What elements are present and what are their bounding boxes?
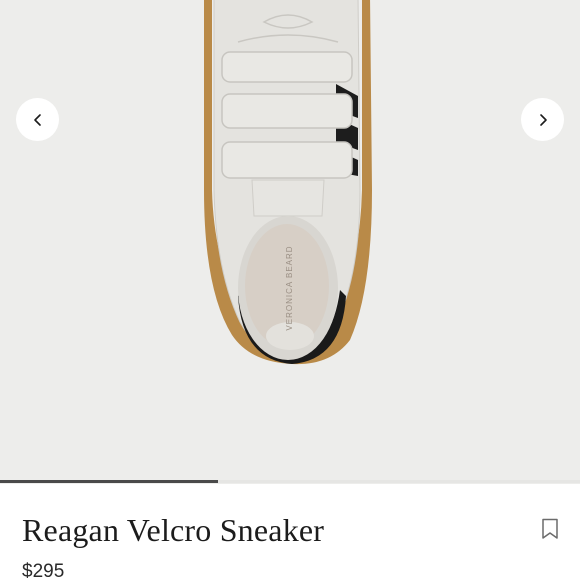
product-price: $295 <box>22 561 65 580</box>
insole-logo: VERONICA BEARD <box>285 245 294 330</box>
chevron-right-icon <box>539 113 547 126</box>
velcro-strap <box>221 51 353 83</box>
product-image-gallery[interactable]: VERONICA BEARD <box>0 0 580 484</box>
next-image-button[interactable] <box>521 98 564 141</box>
previous-image-button[interactable] <box>16 98 59 141</box>
product-title: Reagan Velcro Sneaker <box>22 512 325 548</box>
product-image: VERONICA BEARD <box>204 0 372 365</box>
chevron-left-icon <box>33 113 41 126</box>
velcro-strap <box>221 93 353 129</box>
gallery-progress-bar <box>0 480 580 483</box>
tongue <box>251 179 325 217</box>
bookmark-icon[interactable] <box>540 518 560 540</box>
gallery-progress-fill <box>0 480 218 483</box>
velcro-strap <box>221 141 353 179</box>
product-page: VERONICA BEARD Reagan Velcro Sneaker $29… <box>0 0 580 580</box>
